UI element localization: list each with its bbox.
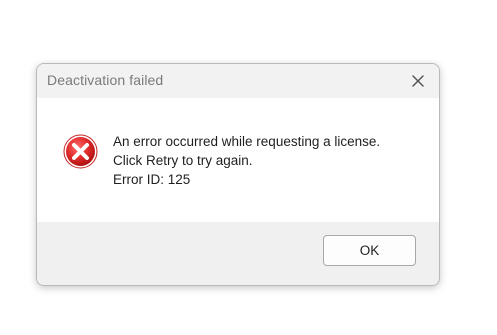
error-message-line-2: Click Retry to try again.	[113, 153, 253, 168]
dialog-content: An error occurred while requesting a lic…	[37, 98, 439, 222]
ok-button[interactable]: OK	[323, 235, 416, 266]
dialog-titlebar: Deactivation failed	[37, 64, 439, 98]
error-message-line-1: An error occurred while requesting a lic…	[113, 134, 381, 149]
error-icon	[63, 134, 98, 169]
close-icon[interactable]	[408, 71, 428, 91]
error-message-line-3: Error ID: 125	[113, 172, 191, 187]
dialog-footer: OK	[37, 222, 439, 285]
error-dialog: Deactivation failed An error occurred wh…	[36, 63, 440, 286]
error-message: An error occurred while requesting a lic…	[113, 132, 423, 189]
dialog-title: Deactivation failed	[47, 72, 164, 88]
